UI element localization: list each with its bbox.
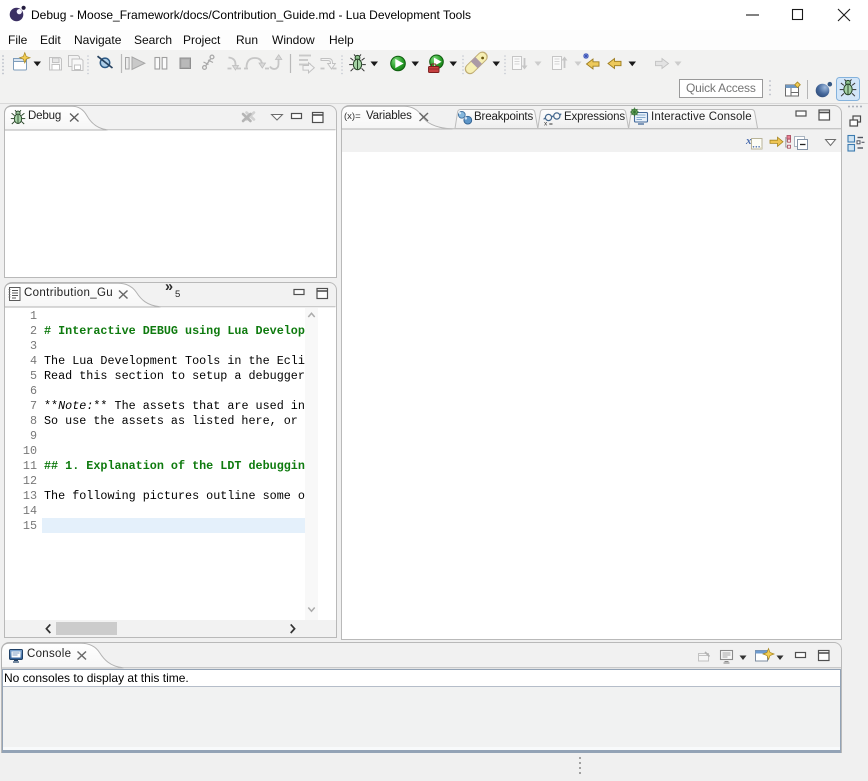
svg-text:x: x <box>745 135 752 147</box>
svg-text:=: = <box>549 121 553 128</box>
